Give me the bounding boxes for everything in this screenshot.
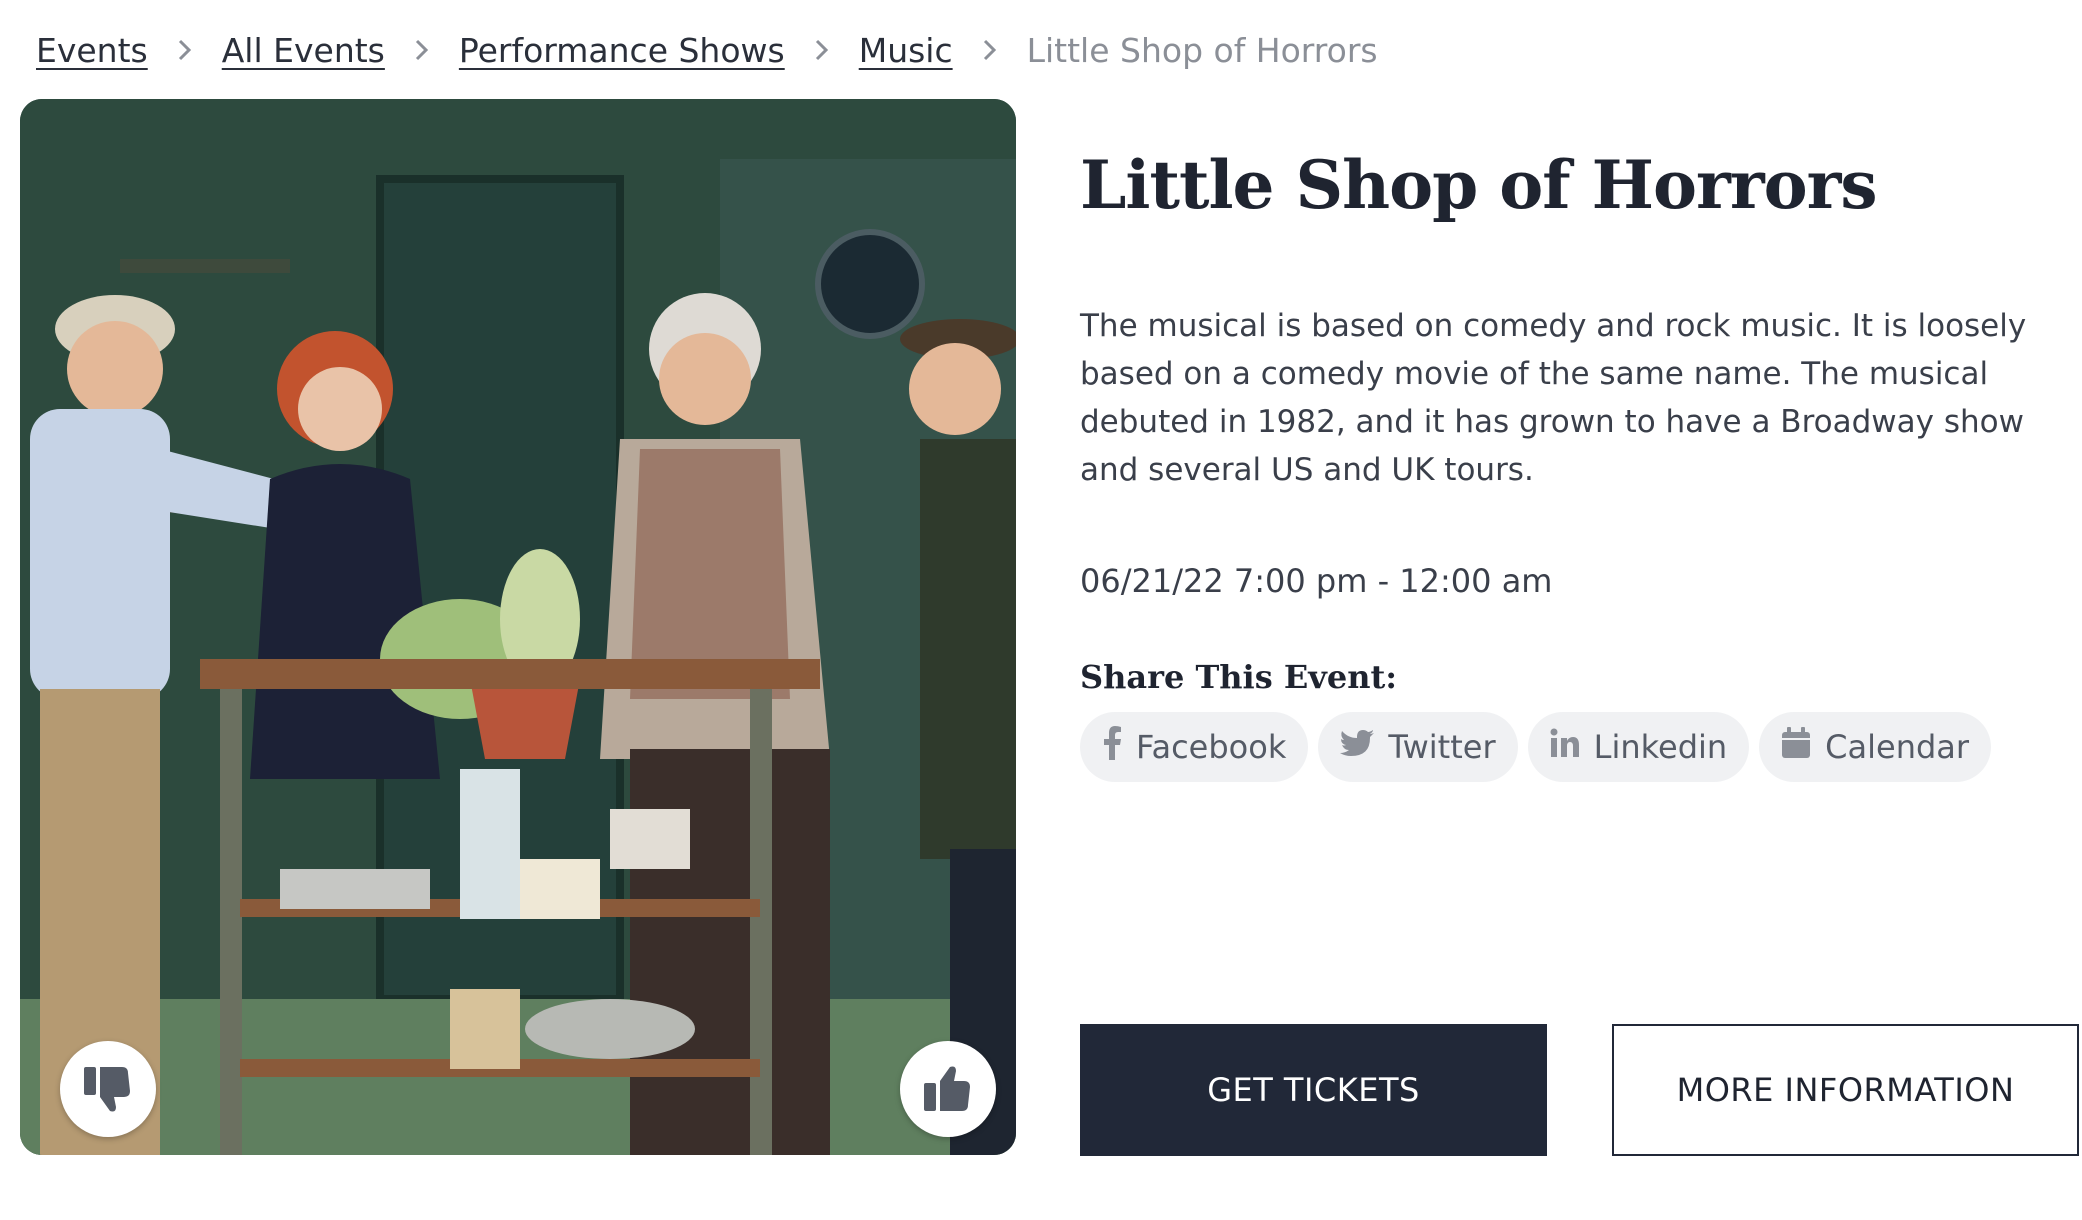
breadcrumb-link-performance-shows[interactable]: Performance Shows [459,31,785,70]
breadcrumb-link-events[interactable]: Events [36,31,148,70]
event-description: The musical is based on comedy and rock … [1080,308,2027,488]
calendar-icon [1781,727,1811,767]
share-calendar-button[interactable]: Calendar [1759,712,1992,782]
share-facebook-label: Facebook [1136,728,1287,766]
share-linkedin-button[interactable]: Linkedin [1527,712,1750,782]
facebook-icon [1102,726,1122,768]
share-title: Share This Event: [1080,658,1398,696]
get-tickets-button[interactable]: GET TICKETS [1080,1024,1547,1156]
share-buttons: Facebook Twitter Linkedin Calendar [1080,712,2070,782]
chevron-right-icon [178,39,192,61]
thumbs-down-icon [80,1061,136,1117]
share-facebook-button[interactable]: Facebook [1080,712,1309,782]
twitter-icon [1340,728,1375,766]
share-calendar-label: Calendar [1825,728,1970,766]
stage-scene-illustration [20,99,1016,1155]
event-image [20,99,1016,1155]
breadcrumb-link-music[interactable]: Music [859,31,953,70]
chevron-right-icon [415,39,429,61]
vote-down-button[interactable] [60,1041,156,1137]
breadcrumb-current: Little Shop of Horrors [1026,30,1378,70]
linkedin-icon [1550,728,1580,766]
vote-up-button[interactable] [900,1041,996,1137]
share-twitter-label: Twitter [1388,728,1496,766]
event-datetime: 06/21/22 7:00 pm - 12:00 am [1080,562,1553,600]
event-details: Little Shop of Horrors The musical is ba… [1080,140,2070,782]
more-information-button[interactable]: MORE INFORMATION [1612,1024,2079,1156]
event-title: Little Shop of Horrors [1080,146,1878,224]
thumbs-up-icon [920,1061,976,1117]
breadcrumb: Events All Events Performance Shows Musi… [36,26,1378,74]
share-twitter-button[interactable]: Twitter [1318,712,1518,782]
chevron-right-icon [815,39,829,61]
chevron-right-icon [983,39,997,61]
share-linkedin-label: Linkedin [1593,728,1728,766]
breadcrumb-link-all-events[interactable]: All Events [222,31,385,70]
